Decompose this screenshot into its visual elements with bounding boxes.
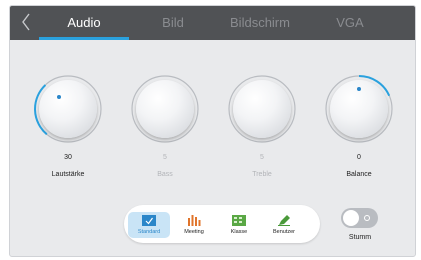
- treble-value: 5: [260, 154, 264, 161]
- balance-knob[interactable]: [323, 73, 395, 145]
- mode-meeting[interactable]: Meeting: [173, 212, 215, 238]
- toggle-off-icon: [364, 215, 370, 221]
- standard-icon: [142, 215, 156, 226]
- volume-indicator-dot: [57, 95, 61, 99]
- bass-value: 5: [163, 154, 167, 161]
- mute-toggle-thumb: [343, 210, 359, 226]
- mute-toggle[interactable]: [341, 208, 378, 228]
- mode-benutzer[interactable]: Benutzer: [263, 212, 305, 238]
- tab-bar: Audio Bild Bildschirm VGA: [10, 6, 415, 40]
- equalizer-icon: [188, 215, 201, 226]
- volume-knob[interactable]: [32, 73, 104, 145]
- tab-bildschirm[interactable]: Bildschirm: [215, 6, 305, 40]
- bass-label: Bass: [157, 171, 173, 178]
- volume-label: Lautstärke: [51, 171, 85, 178]
- active-tab-indicator: [39, 37, 129, 40]
- chevron-left-icon: [22, 13, 30, 31]
- mode-meeting-label: Meeting: [184, 229, 204, 235]
- treble-label: Treble: [252, 171, 272, 178]
- mode-benutzer-label: Benutzer: [272, 229, 295, 235]
- audio-settings-window: Audio Bild Bildschirm VGA 30 Lautstärke …: [9, 5, 416, 257]
- bass-knob[interactable]: [129, 73, 201, 145]
- balance-value: 0: [357, 154, 361, 161]
- volume-value: 30: [64, 154, 72, 161]
- bass-knob-dial: [136, 80, 194, 138]
- mute-label: Stumm: [348, 234, 372, 241]
- mode-klasse-label: Klasse: [230, 229, 248, 235]
- mode-standard[interactable]: Standard: [128, 212, 170, 238]
- tab-audio[interactable]: Audio: [39, 6, 129, 40]
- volume-knob-dial: [39, 80, 97, 138]
- tab-vga[interactable]: VGA: [315, 6, 385, 40]
- mode-klasse[interactable]: Klasse: [218, 212, 260, 238]
- balance-indicator-dot: [357, 87, 361, 91]
- classroom-icon: [232, 215, 246, 226]
- treble-knob-dial: [233, 80, 291, 138]
- treble-knob[interactable]: [226, 73, 298, 145]
- balance-label: Balance: [346, 171, 372, 178]
- tab-bild[interactable]: Bild: [138, 6, 208, 40]
- mode-standard-label: Standard: [137, 229, 161, 235]
- back-button[interactable]: [16, 10, 36, 34]
- pen-icon: [278, 215, 290, 226]
